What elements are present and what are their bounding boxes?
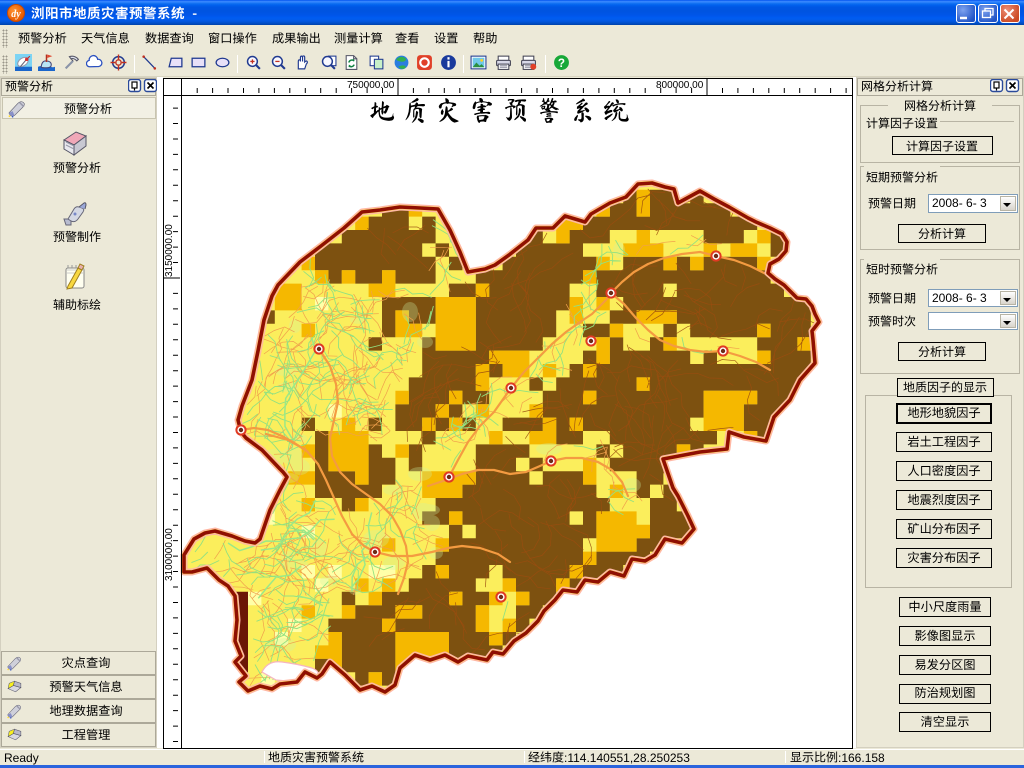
svg-text:dy: dy	[11, 9, 21, 20]
svg-text:?: ?	[558, 57, 565, 70]
